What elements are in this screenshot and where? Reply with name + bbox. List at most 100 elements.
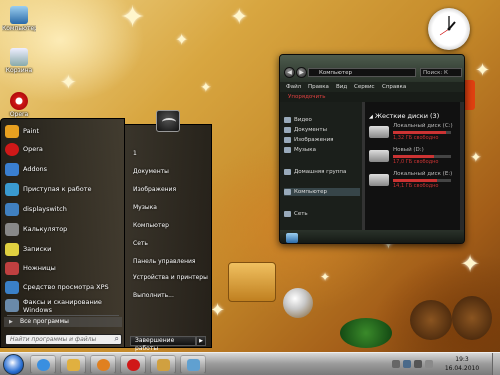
drive-name: Локальный диск (E:) bbox=[393, 171, 453, 177]
ie-icon bbox=[37, 359, 50, 371]
place-computer[interactable]: Компьютер bbox=[133, 221, 169, 231]
nav-item-documents[interactable]: Документы bbox=[284, 126, 327, 134]
nav-item-pictures[interactable]: Изображения bbox=[284, 136, 333, 144]
fax-scan-icon bbox=[5, 299, 19, 312]
shutdown-button[interactable]: Завершение работы bbox=[130, 336, 196, 352]
program-paint[interactable]: Paint bbox=[3, 123, 123, 140]
drive-usage-fill bbox=[393, 179, 437, 182]
content-pane: ◢ Жесткие диски (3) Локальный диск (C:) … bbox=[365, 102, 460, 230]
nav-item-network[interactable]: Сеть bbox=[284, 210, 308, 218]
taskbar-pin-folder[interactable] bbox=[150, 355, 176, 374]
star-decoration: ✦ bbox=[320, 270, 331, 284]
star-decoration: ✦ bbox=[60, 70, 77, 94]
section-title: Жесткие диски (3) bbox=[374, 112, 440, 120]
nav-item-computer[interactable]: Компьютер bbox=[284, 188, 360, 196]
nav-item-music[interactable]: Музыка bbox=[284, 146, 316, 154]
back-button[interactable]: ◀ bbox=[284, 67, 295, 78]
avatar[interactable] bbox=[156, 110, 180, 132]
explorer-window[interactable]: ◀ ▶ Компьютер Поиск: К Файл Правка Вид С… bbox=[279, 54, 465, 244]
organize-button[interactable]: Упорядочить bbox=[288, 92, 326, 102]
start-search-input[interactable]: Найти программы и файлы bbox=[5, 334, 122, 345]
desktop-icon-opera[interactable]: Opera bbox=[2, 92, 36, 118]
menu-view[interactable]: Вид bbox=[336, 82, 347, 92]
drive-item[interactable]: Локальный диск (C:) 1,32 ГБ свободно bbox=[367, 122, 459, 143]
desktop-icon-label: Компьютер bbox=[2, 25, 36, 32]
drive-item[interactable]: Новый (D:) 17,0 ГБ свободно bbox=[367, 146, 459, 167]
program-sticky-notes[interactable]: Записки bbox=[3, 241, 123, 258]
taskbar-pin-explorer[interactable] bbox=[60, 355, 86, 374]
explorer-icon bbox=[67, 359, 80, 371]
clock-face-icon bbox=[439, 16, 456, 36]
taskbar-pin-media-player[interactable] bbox=[90, 355, 116, 374]
program-xps-viewer[interactable]: Средство просмотра XPS bbox=[3, 279, 123, 296]
section-hard-drives[interactable]: ◢ Жесткие диски (3) bbox=[369, 112, 439, 120]
search-placeholder: Поиск: К bbox=[423, 70, 448, 76]
hard-drive-icon bbox=[369, 150, 389, 162]
program-opera[interactable]: Opera bbox=[3, 141, 123, 158]
explorer-toolbar: Упорядочить bbox=[280, 92, 464, 102]
content-scrollbar[interactable] bbox=[460, 102, 464, 230]
start-menu-places: 1 Документы Изображения Музыка Компьютер… bbox=[125, 124, 212, 348]
system-tray bbox=[392, 358, 433, 370]
drive-usage-fill bbox=[393, 131, 447, 134]
desktop-icon-label: Opera bbox=[9, 111, 29, 118]
explorer-navbar: ◀ ▶ Компьютер Поиск: К bbox=[280, 55, 464, 82]
place-documents[interactable]: Документы bbox=[133, 167, 169, 177]
xps-viewer-icon bbox=[5, 281, 19, 294]
address-bar[interactable]: Компьютер bbox=[308, 68, 416, 77]
explorer-search-input[interactable]: Поиск: К bbox=[420, 68, 462, 77]
program-snipping-tool[interactable]: Ножницы bbox=[3, 260, 123, 277]
star-decoration: ✦ bbox=[120, 0, 146, 35]
clock-time: 19:3 bbox=[455, 356, 469, 363]
volume-icon[interactable] bbox=[414, 360, 422, 368]
program-displayswitch[interactable]: displayswitch bbox=[3, 201, 123, 218]
shutdown-options-button[interactable]: ▶ bbox=[196, 336, 206, 346]
place-run[interactable]: Выполнить... bbox=[133, 291, 174, 301]
flag-icon[interactable] bbox=[425, 360, 433, 368]
address-text: Компьютер bbox=[319, 70, 352, 76]
calculator-icon bbox=[5, 223, 19, 236]
menu-edit[interactable]: Правка bbox=[308, 82, 329, 92]
nav-item-video[interactable]: Видео bbox=[284, 116, 312, 124]
star-decoration: ✦ bbox=[475, 60, 491, 81]
drive-usage-fill bbox=[393, 155, 434, 158]
pine-cone-decoration bbox=[410, 300, 452, 340]
chevron-down-icon: ◢ bbox=[369, 114, 373, 120]
clock-gadget[interactable] bbox=[428, 8, 470, 50]
place-network[interactable]: Сеть bbox=[133, 239, 148, 249]
tray-arrow-icon[interactable] bbox=[392, 360, 400, 368]
drive-item[interactable]: Локальный диск (E:) 14,1 ГБ свободно bbox=[367, 170, 459, 191]
program-calculator[interactable]: Калькулятор bbox=[3, 221, 123, 238]
all-programs-button[interactable]: Все программы bbox=[4, 317, 122, 327]
menu-file[interactable]: Файл bbox=[286, 82, 301, 92]
taskbar-clock[interactable]: 19:3 16.04.2010 bbox=[436, 355, 488, 373]
program-fax-scan[interactable]: Факсы и сканирование Windows bbox=[3, 297, 123, 314]
program-addons[interactable]: Addons bbox=[3, 161, 123, 178]
desktop-icon-recycle-bin[interactable]: Корзина bbox=[2, 48, 36, 74]
taskbar-pin-opera[interactable] bbox=[120, 355, 146, 374]
place-control-panel[interactable]: Панель управления bbox=[133, 257, 196, 267]
menu-tools[interactable]: Сервис bbox=[354, 82, 375, 92]
details-pane bbox=[280, 230, 464, 243]
place-music[interactable]: Музыка bbox=[133, 203, 157, 213]
place-user[interactable]: 1 bbox=[133, 149, 137, 159]
forward-button[interactable]: ▶ bbox=[296, 67, 307, 78]
start-button[interactable] bbox=[3, 354, 24, 375]
gift-box-decoration bbox=[228, 262, 276, 302]
taskbar-pin-paint[interactable] bbox=[180, 355, 206, 374]
chevron-right-icon: ▶ bbox=[199, 338, 203, 344]
desktop-icon-computer[interactable]: Компьютер bbox=[2, 6, 36, 32]
computer-icon bbox=[10, 6, 28, 24]
menu-help[interactable]: Справка bbox=[382, 82, 406, 92]
nav-item-homegroup[interactable]: Домашняя группа bbox=[284, 168, 346, 176]
network-icon[interactable] bbox=[403, 360, 411, 368]
hard-drive-icon bbox=[369, 174, 389, 186]
show-desktop-button[interactable] bbox=[492, 353, 500, 375]
computer-icon bbox=[284, 189, 291, 195]
place-pictures[interactable]: Изображения bbox=[133, 185, 176, 195]
place-devices-printers[interactable]: Устройства и принтеры bbox=[133, 273, 208, 283]
program-getting-started[interactable]: Приступая к работе bbox=[3, 181, 123, 198]
drive-free-space: 17,0 ГБ свободно bbox=[393, 159, 439, 165]
search-placeholder: Найти программы и файлы bbox=[10, 336, 97, 343]
taskbar-pin-ie[interactable] bbox=[30, 355, 56, 374]
